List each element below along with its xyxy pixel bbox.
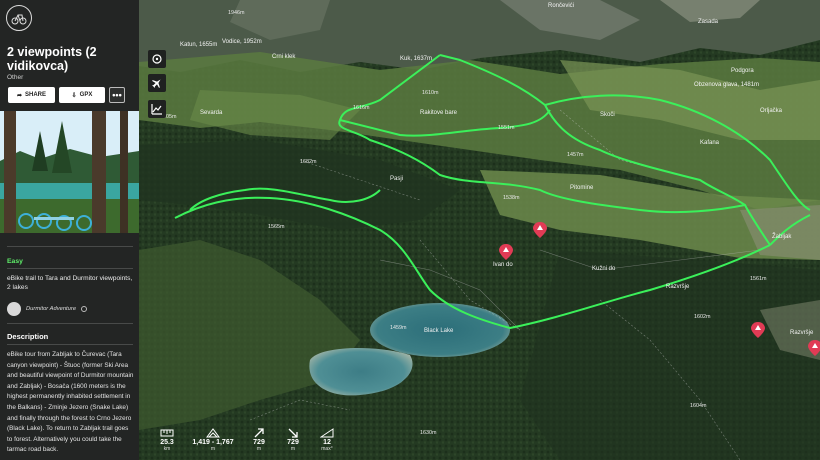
author-name: Durmitor Adventure [26, 306, 77, 312]
share-icon: ➦ [16, 92, 22, 99]
more-options-button[interactable]: ••• [109, 87, 125, 103]
description-heading: Description [7, 332, 49, 341]
place-label: Black Lake [424, 328, 454, 334]
place-label: Kuk, 1637m [400, 56, 432, 62]
place-label: Zasada [698, 19, 719, 25]
elevation-label: 1459m [390, 325, 407, 331]
elevation-label: 1538m [503, 195, 520, 201]
elevation-stat: 1,419 - 1,767 m [184, 428, 242, 452]
place-label: Pasji [390, 176, 403, 182]
place-label: Kafana [700, 140, 720, 146]
place-label: Rončevići [548, 3, 574, 9]
elevation-label: 1630m [420, 430, 437, 436]
flyover-button[interactable] [148, 74, 166, 92]
globe-icon [81, 306, 88, 312]
map-app: Rončevići Žabljak Kuk, 1637m Vodice, 195… [0, 0, 820, 460]
distance-stat: 25.3 km [150, 428, 184, 452]
place-label: Rakitove bare [420, 110, 458, 116]
author-avatar [7, 302, 21, 316]
elevation-label: 1565m [268, 224, 285, 230]
share-label: SHARE [25, 92, 47, 98]
ruler-icon [160, 429, 174, 437]
place-label: Podgora [731, 68, 754, 74]
trail-photo[interactable] [0, 111, 139, 233]
place-label: Žabljak [772, 232, 792, 240]
ascent-stat: 729 m [242, 428, 276, 452]
place-label: Kužni do [592, 266, 616, 272]
place-label: Obzenova glava, 1481m [694, 82, 759, 88]
place-label: Orljačka [760, 108, 783, 114]
description-text: eBike tour from Zabljak to Čurevac (Tara… [7, 351, 134, 454]
elevation-label: 1551m [498, 125, 515, 131]
place-label: Sevarda [200, 110, 223, 116]
mountain-icon [206, 428, 220, 438]
place-label: Crni klek [272, 54, 296, 60]
trail-summary: eBike trail to Tara and Durmitor viewpoi… [7, 275, 133, 291]
slope-icon [320, 428, 334, 438]
elevation-label: 1457m [567, 152, 584, 158]
gpx-download-button[interactable]: ⇩ GPX [59, 87, 105, 103]
place-label: Vodice, 1952m [222, 39, 262, 45]
place-label: Katun, 1655m [180, 42, 217, 48]
difficulty-badge: Easy [7, 258, 23, 265]
locate-button[interactable] [148, 50, 166, 68]
elevation-label: 1682m [300, 159, 317, 165]
place-label: Pitomine [570, 185, 594, 191]
arrow-down-right-icon [288, 428, 298, 438]
chart-line-icon [151, 104, 162, 115]
trail-stats: 25.3 km 1,419 - 1,767 m 729 m 729 m 12 m… [150, 428, 344, 452]
airplane-icon [152, 79, 161, 88]
descent-stat: 729 m [276, 428, 310, 452]
trail-category: Other [7, 74, 24, 81]
slope-stat: 12 max° [310, 428, 344, 452]
elevation-label: 1616m [353, 105, 370, 111]
elevation-label: 1610m [422, 90, 439, 96]
crosshair-icon [152, 54, 162, 64]
gpx-label: GPX [79, 92, 93, 98]
elevation-label: 1946m [228, 10, 245, 16]
share-button[interactable]: ➦ SHARE [8, 87, 55, 103]
arrow-up-right-icon [254, 428, 264, 438]
place-label: Razvršje [790, 330, 814, 336]
elevation-label: 1561m [750, 276, 767, 282]
trail-sidebar: 2 viewpoints (2 vidikovca) Other ➦ SHARE… [0, 0, 139, 460]
trail-title: 2 viewpoints (2 vidikovca) [7, 45, 97, 73]
place-label: Razvršje [666, 284, 690, 290]
download-icon: ⇩ [71, 92, 77, 99]
place-label: Ivan do [493, 262, 513, 268]
author-row[interactable]: Durmitor Adventure [7, 302, 88, 316]
elevation-label: 1604m [690, 403, 707, 409]
elevation-profile-button[interactable] [148, 100, 166, 118]
elevation-label: 1602m [694, 314, 711, 320]
more-icon: ••• [112, 90, 122, 100]
place-label: Skoči [600, 112, 615, 118]
bike-logo-icon[interactable] [6, 5, 32, 31]
